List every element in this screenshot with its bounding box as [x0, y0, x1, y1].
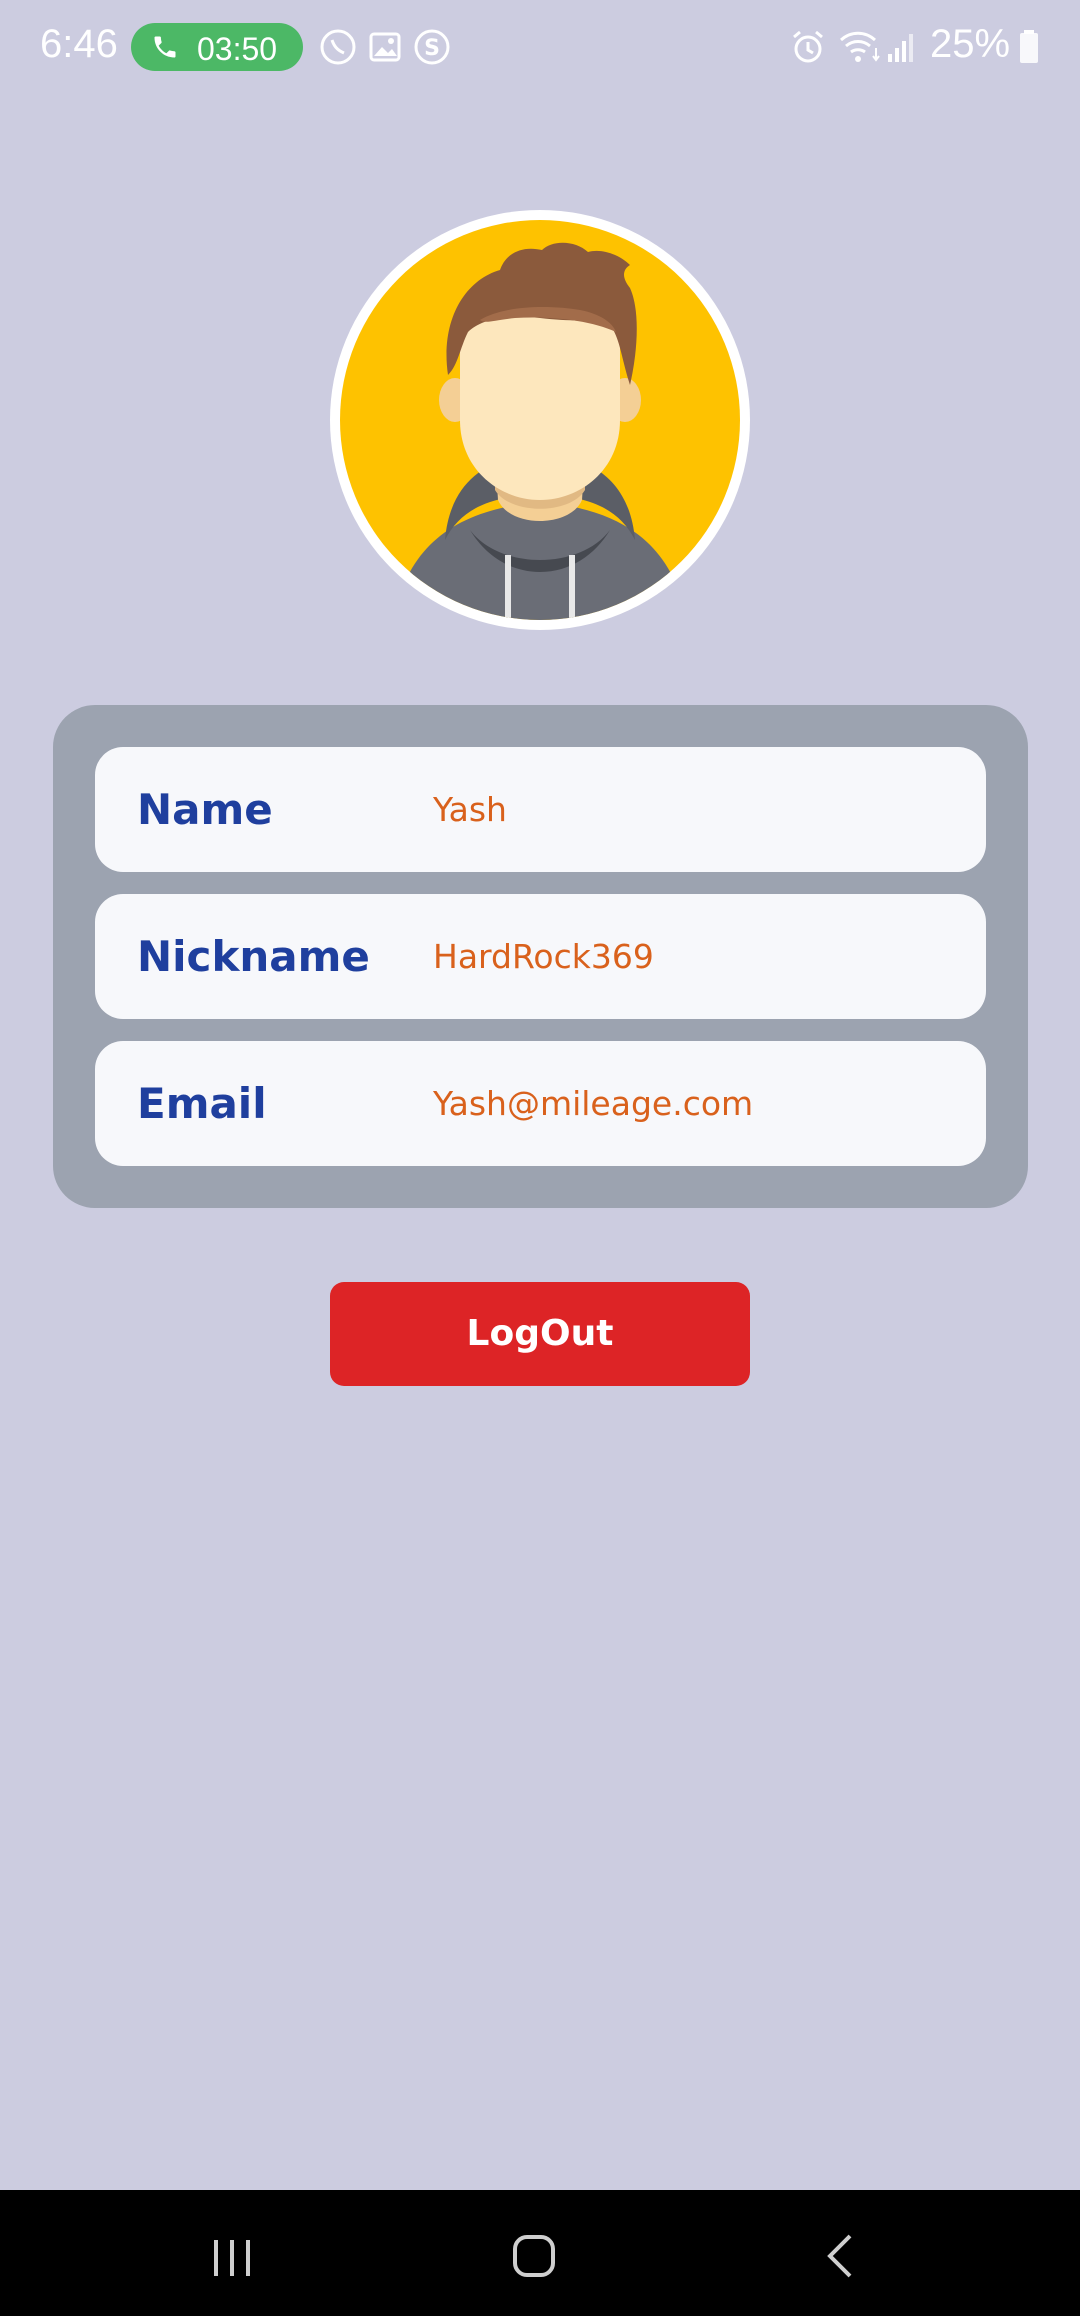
name-label: Name: [137, 785, 273, 834]
status-time: 6:46: [40, 22, 118, 66]
profile-info-card: Name Yash Nickname HardRock369 Email Yas…: [53, 705, 1028, 1208]
viber-icon: [320, 29, 356, 65]
logout-button[interactable]: LogOut: [330, 1282, 750, 1386]
recents-icon[interactable]: [192, 2218, 272, 2288]
nickname-value: HardRock369: [433, 937, 654, 976]
battery-icon: [1020, 30, 1038, 63]
svg-text:S: S: [424, 36, 440, 61]
email-value: Yash@mileage.com: [433, 1084, 754, 1123]
nickname-label: Nickname: [137, 932, 370, 981]
battery-percent: 25%: [930, 22, 1011, 66]
home-icon[interactable]: [494, 2218, 574, 2288]
wifi-icon: [839, 31, 880, 62]
name-value: Yash: [433, 790, 507, 829]
ongoing-call-pill[interactable]: 03:50: [131, 23, 303, 71]
nickname-row: Nickname HardRock369: [95, 894, 986, 1019]
email-label: Email: [137, 1079, 267, 1128]
status-bar: 6:46 03:50 S 25%: [0, 0, 1080, 96]
user-avatar-icon[interactable]: [330, 210, 750, 630]
name-row: Name Yash: [95, 747, 986, 872]
signal-icon: [888, 34, 913, 62]
call-timer: 03:50: [197, 31, 278, 67]
email-row: Email Yash@mileage.com: [95, 1041, 986, 1166]
gallery-icon: [369, 32, 401, 62]
navigation-bar: [0, 2190, 1080, 2316]
phone-icon: [154, 36, 176, 58]
alarm-icon: [793, 30, 823, 63]
back-icon[interactable]: [800, 2218, 880, 2288]
shazam-icon: S: [414, 29, 450, 65]
